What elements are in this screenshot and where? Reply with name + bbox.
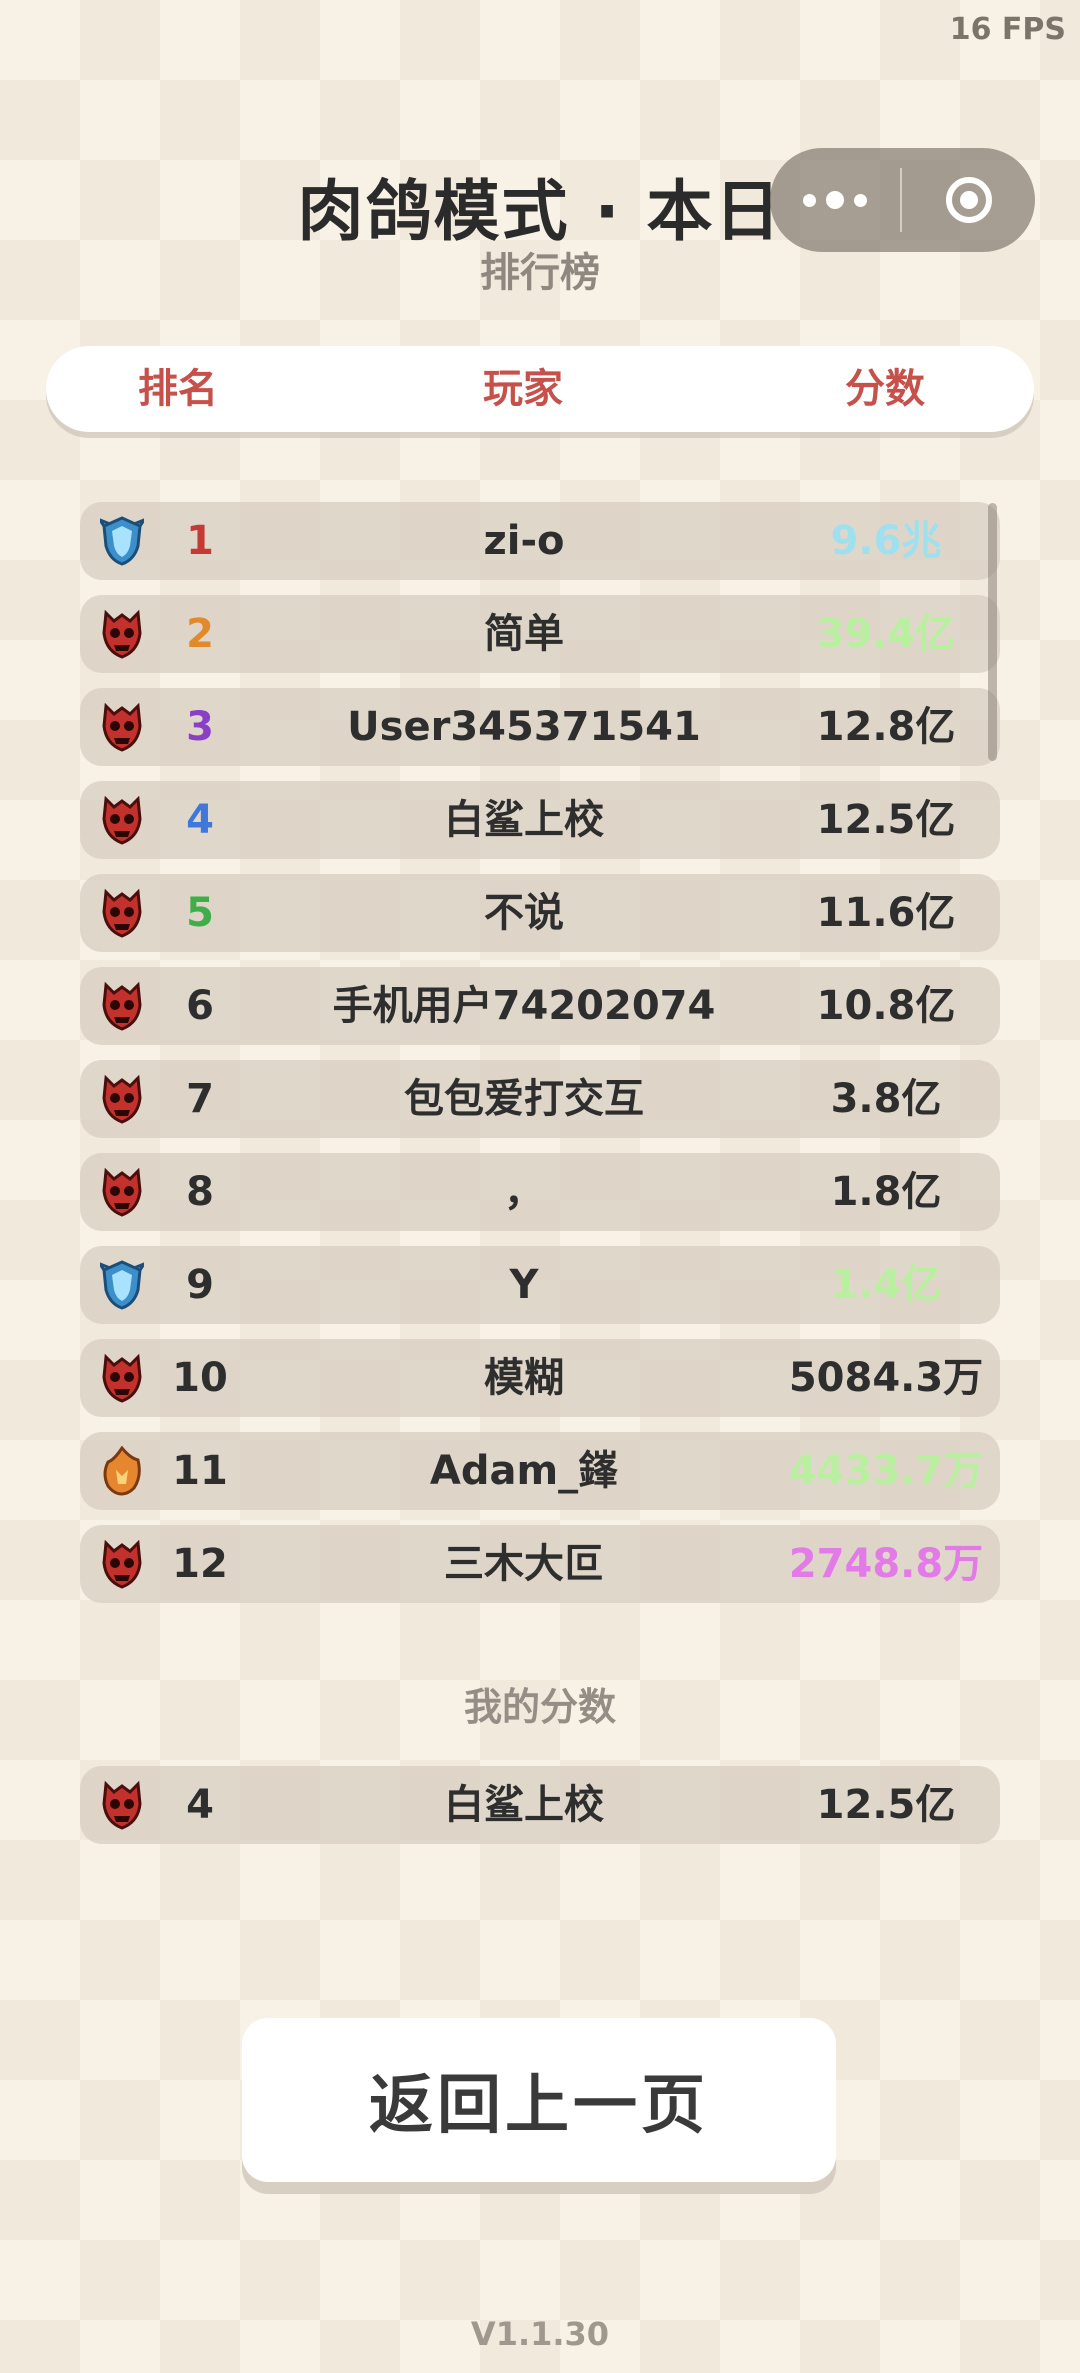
leaderboard-row[interactable]: 7 包包爱打交互 3.8亿: [80, 1060, 1000, 1138]
mini-program-capsule: [770, 148, 1035, 252]
column-header-bar: 排名 玩家 分数: [46, 346, 1034, 432]
rank-number: 12: [172, 1541, 228, 1587]
player-name: 手机用户74202074: [332, 983, 716, 1029]
score-value: 12.5亿: [816, 797, 956, 843]
more-dots-icon[interactable]: [770, 148, 900, 252]
red-skull-badge-icon: [100, 1780, 144, 1830]
orange-flame-badge-icon: [100, 1445, 144, 1496]
player-name: 三木大叵: [444, 1541, 604, 1587]
red-skull-badge-icon: [100, 1167, 144, 1217]
player-name: ，: [504, 1169, 544, 1215]
fps-counter: 16 FPS: [949, 12, 1066, 47]
leaderboard-row[interactable]: 11 Adam_鎽 4433.7万: [80, 1432, 1000, 1510]
player-name: 不说: [484, 890, 564, 936]
score-value: 39.4亿: [816, 611, 956, 657]
list-scrollbar[interactable]: [988, 503, 997, 761]
player-name: 模糊: [484, 1355, 564, 1401]
player-name: 包包爱打交互: [404, 1076, 644, 1122]
leaderboard-row[interactable]: 1 zi-o 9.6兆: [80, 502, 1000, 580]
leaderboard-list[interactable]: 1 zi-o 9.6兆 2 简单 39.4亿 3 User345371541 12.8亿 4 白鲨上…: [80, 502, 1000, 1618]
player-name: Y: [509, 1262, 539, 1308]
score-value: 12.5亿: [816, 1782, 956, 1828]
leaderboard-row[interactable]: 3 User345371541 12.8亿: [80, 688, 1000, 766]
column-score: 分数: [845, 366, 925, 412]
leaderboard-row[interactable]: 2 简单 39.4亿: [80, 595, 1000, 673]
my-score-row-container: 4 白鲨上校 12.5亿: [80, 1766, 1000, 1859]
score-value: 10.8亿: [816, 983, 956, 1029]
score-value: 11.6亿: [816, 890, 956, 936]
leaderboard-row[interactable]: 4 白鲨上校 12.5亿: [80, 781, 1000, 859]
blue-shield-badge-icon: [96, 516, 148, 566]
my-score-title: 我的分数: [463, 1685, 616, 1729]
leaderboard-row[interactable]: 9 Y 1.4亿: [80, 1246, 1000, 1324]
red-skull-badge-icon: [100, 795, 144, 845]
player-name: 白鲨上校: [444, 1782, 604, 1828]
player-name: 白鲨上校: [444, 797, 604, 843]
column-rank: 排名: [138, 366, 218, 412]
leaderboard-row[interactable]: 10 模糊 5084.3万: [80, 1339, 1000, 1417]
leaderboard-row[interactable]: 5 不说 11.6亿: [80, 874, 1000, 952]
rank-number: 9: [186, 1262, 214, 1308]
red-skull-badge-icon: [100, 702, 144, 752]
player-name: Adam_鎽: [429, 1448, 619, 1494]
red-skull-badge-icon: [100, 1539, 144, 1589]
rank-number: 2: [186, 611, 214, 657]
rank-number: 10: [172, 1355, 228, 1401]
rank-number: 3: [186, 704, 214, 750]
target-circle-icon: [945, 177, 992, 223]
rank-number: 11: [172, 1448, 228, 1494]
score-value: 1.4亿: [830, 1262, 942, 1308]
score-value: 1.8亿: [830, 1169, 942, 1215]
red-skull-badge-icon: [100, 1353, 144, 1403]
rank-number: 6: [186, 983, 214, 1029]
score-value: 3.8亿: [830, 1076, 942, 1122]
close-target-button[interactable]: [902, 177, 1035, 223]
version-label: V1.1.30: [470, 2315, 610, 2353]
column-player: 玩家: [483, 366, 563, 412]
red-skull-badge-icon: [100, 981, 144, 1031]
my-score-row[interactable]: 4 白鲨上校 12.5亿: [80, 1766, 1000, 1844]
rank-number: 5: [186, 890, 214, 936]
score-value: 2748.8万: [788, 1541, 984, 1587]
red-skull-badge-icon: [100, 1074, 144, 1124]
rank-number: 7: [186, 1076, 214, 1122]
rank-number: 4: [186, 797, 214, 843]
score-value: 5084.3万: [788, 1355, 984, 1401]
leaderboard-row[interactable]: 12 三木大叵 2748.8万: [80, 1525, 1000, 1603]
player-name: 简单: [484, 611, 564, 657]
player-name: User345371541: [347, 704, 701, 750]
red-skull-badge-icon: [100, 609, 144, 659]
back-button[interactable]: 返回上一页: [242, 2018, 836, 2182]
rank-number: 1: [186, 518, 214, 564]
score-value: 9.6兆: [830, 518, 942, 564]
leaderboard-row[interactable]: 8 ， 1.8亿: [80, 1153, 1000, 1231]
player-name: zi-o: [483, 518, 565, 564]
leaderboard-row[interactable]: 6 手机用户74202074 10.8亿: [80, 967, 1000, 1045]
rank-number: 8: [186, 1169, 214, 1215]
red-skull-badge-icon: [100, 888, 144, 938]
score-value: 12.8亿: [816, 704, 956, 750]
score-value: 4433.7万: [788, 1448, 984, 1494]
blue-shield-badge-icon: [96, 1260, 148, 1310]
rank-number: 4: [186, 1782, 214, 1828]
